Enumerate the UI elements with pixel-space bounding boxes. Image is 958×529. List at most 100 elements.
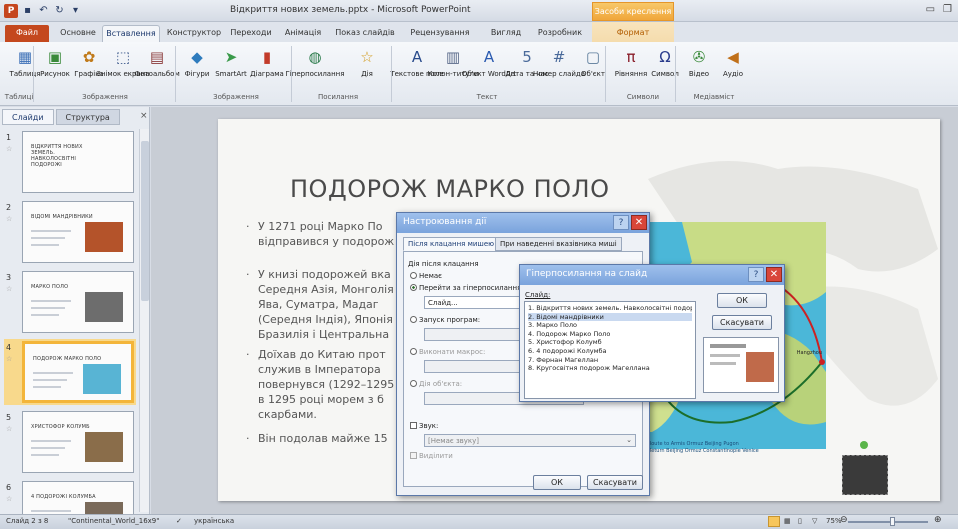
highlight-checkbox[interactable]: Виділити [410,452,453,460]
rotation-handle[interactable] [860,441,868,449]
zoom-slider[interactable] [848,521,928,523]
equation-button[interactable]: π Рівняння [612,47,650,78]
object-button[interactable]: ▢ Об'єкт [574,47,612,78]
tab-design[interactable]: Конструктор [165,25,223,42]
zoom-out-icon[interactable]: ⊖ [840,515,848,525]
shapes-button[interactable]: ◆ Фігури [178,47,216,78]
radio-object-action[interactable]: Дія об'єкта: [410,380,462,388]
cancel-button[interactable]: Скасувати [712,315,772,330]
minimize-icon[interactable]: ▭ [926,4,935,15]
radio-hyperlink[interactable]: Перейти за гіперпосиланням: [410,284,529,292]
slide-thumbnail-5[interactable]: 5 ☆ ХРИСТОФОР КОЛУМБ [4,409,136,475]
customize-qat-icon[interactable]: ▾ [69,5,82,18]
slide-list-item[interactable]: 7. Фернан Магеллан [528,356,692,365]
slide-list-item[interactable]: 2. Відомі мандрівники [528,312,692,322]
hyperlink-button[interactable]: ◍ Гіперпосилання [286,47,345,78]
radio-run-macro[interactable]: Виконати макрос: [410,348,485,356]
redo-icon[interactable]: ↻ [53,5,66,18]
ribbon-separator [291,46,292,102]
undo-icon[interactable]: ↶ [37,5,50,18]
slide-list-item[interactable]: 1. Відкриття нових земель. Навколосвітні… [528,304,692,313]
cancel-button[interactable]: Скасувати [587,475,643,490]
ribbon-button-label: Аудіо [723,70,743,78]
ok-button[interactable]: ОК [717,293,767,308]
zoom-in-icon[interactable]: ⊕ [934,515,942,525]
radio-run-program[interactable]: Запуск програм: [410,316,480,324]
close-icon[interactable]: × [140,111,148,121]
tab-review[interactable]: Рецензування [406,25,474,42]
ribbon-group-label: Символи [626,93,660,101]
normal-view-icon[interactable] [768,516,780,527]
slide-title[interactable]: ПОДОРОЖ МАРКО ПОЛО [290,175,730,203]
smartart-button[interactable]: ➤ SmartArt [212,47,250,78]
language-label[interactable]: українська [194,517,234,525]
bullet-line: (Середня Індія), Японія [258,313,393,326]
tab-view[interactable]: Вигляд [484,25,528,42]
radio-object-action-label: Дія об'єкта: [419,380,463,388]
slide-number: 2 [6,203,12,212]
window-title: Відкриття нових земель.pptx - Microsoft … [230,5,471,15]
save-icon[interactable]: ▪ [21,5,34,18]
tab-file[interactable]: Файл [5,25,49,42]
bullet-marker: · [246,220,250,233]
tab-developer[interactable]: Розробник [532,25,588,42]
tab-outline[interactable]: Структура [55,109,120,125]
action-button[interactable]: ☆ Дія [348,47,386,78]
slide-thumbnail-2[interactable]: 2 ☆ ВІДОМІ МАНДРІВНИКИ [4,199,136,265]
slide-thumbnail-3[interactable]: 3 ☆ МАРКО ПОЛО [4,269,136,335]
selected-action-button[interactable] [842,455,888,495]
picture-button[interactable]: ▣ Рисунок [36,47,74,78]
slide-list-item[interactable]: 8. Кругосвітня подорож Магеллана [528,364,692,373]
ribbon-button-label: Фігури [184,70,210,78]
tab-transitions[interactable]: Переходи [228,25,274,42]
photoalbum-button[interactable]: ▤ Фотоальбом [134,47,179,78]
video-button[interactable]: ✇ Відео [680,47,718,78]
slide-sorter-icon[interactable]: ▦ [784,517,791,525]
dialog-title-bar[interactable]: Гіперпосилання на слайд ? ✕ [520,265,784,285]
close-icon[interactable]: ✕ [766,267,782,282]
tab-animations[interactable]: Анімація [280,25,326,42]
scrollbar-thumb[interactable] [141,141,149,301]
audio-button[interactable]: ◀ Аудіо [714,47,752,78]
spellcheck-icon[interactable]: ✓ [176,517,182,525]
tab-slides[interactable]: Слайди [2,109,54,125]
chart-button[interactable]: ▮ Діаграма [248,47,286,78]
slide-list-item[interactable]: 6. 4 подорожі Колумба [528,347,692,356]
slide-number-button[interactable]: # Номер слайда [533,47,585,78]
help-icon[interactable]: ? [748,267,764,282]
slide-list-item[interactable]: 3. Марко Поло [528,321,692,330]
tab-mouse-click[interactable]: Після клацання мишею [403,237,500,251]
tab-slideshow[interactable]: Показ слайдів [330,25,400,42]
help-icon[interactable]: ? [613,215,629,230]
slide-list-item[interactable]: 4. Подорож Марко Поло [528,330,692,339]
powerpoint-logo-icon[interactable]: P [4,4,18,18]
tab-home[interactable]: Основне [56,25,100,42]
symbol-button[interactable]: Ω Символ [646,47,684,78]
slide-thumbnail-1[interactable]: 1 ☆ ВІДКРИТТЯ НОВИХ ЗЕМЕЛЬ. НАВКОЛОСВІТНІ … [4,129,136,195]
bullet-marker: · [246,348,250,361]
wordart-button[interactable]: A Об'єкт WordArt [462,47,517,78]
slideshow-icon[interactable]: ▽ [812,517,817,525]
close-icon[interactable]: ✕ [631,215,647,230]
slide-list-item[interactable]: 5. Христофор Колумб [528,338,692,347]
sound-checkbox[interactable]: Звук: [410,422,438,430]
restore-icon[interactable]: ❐ [943,4,952,15]
tab-mouse-over[interactable]: При наведенні вказівника миші [495,237,622,251]
panel-scrollbar[interactable] [139,129,149,512]
dialog-title-bar[interactable]: Настроювання дії ? ✕ [397,213,649,233]
zoom-slider-handle[interactable] [890,517,895,526]
slide-thumbnail-4[interactable]: 4 ☆ ПОДОРОЖ МАРКО ПОЛО [4,339,136,405]
thumbnail-text-line [31,440,71,442]
bullet-item: · У 1271 році Марко По відправився у подор… [246,219,394,249]
slide-list[interactable]: 1. Відкриття нових земель. Навколосвітні… [524,301,696,399]
tab-insert[interactable]: Вставлення [102,25,160,42]
ok-button[interactable]: ОК [533,475,581,490]
slide-preview: ПОДОРОЖ МАРКО ПОЛО [22,341,134,403]
radio-none[interactable]: Немає [410,272,442,280]
legend-route: Route to Armis Ormuz Beijing Pugon [648,441,739,447]
reading-view-icon[interactable]: ▯ [798,517,802,525]
theme-name: "Continental_World_16x9" [68,517,160,525]
sound-select[interactable]: [Немає звуку] ⌄ [424,434,636,447]
transition-star-icon: ☆ [6,285,13,293]
tab-format[interactable]: Формат [604,25,662,42]
